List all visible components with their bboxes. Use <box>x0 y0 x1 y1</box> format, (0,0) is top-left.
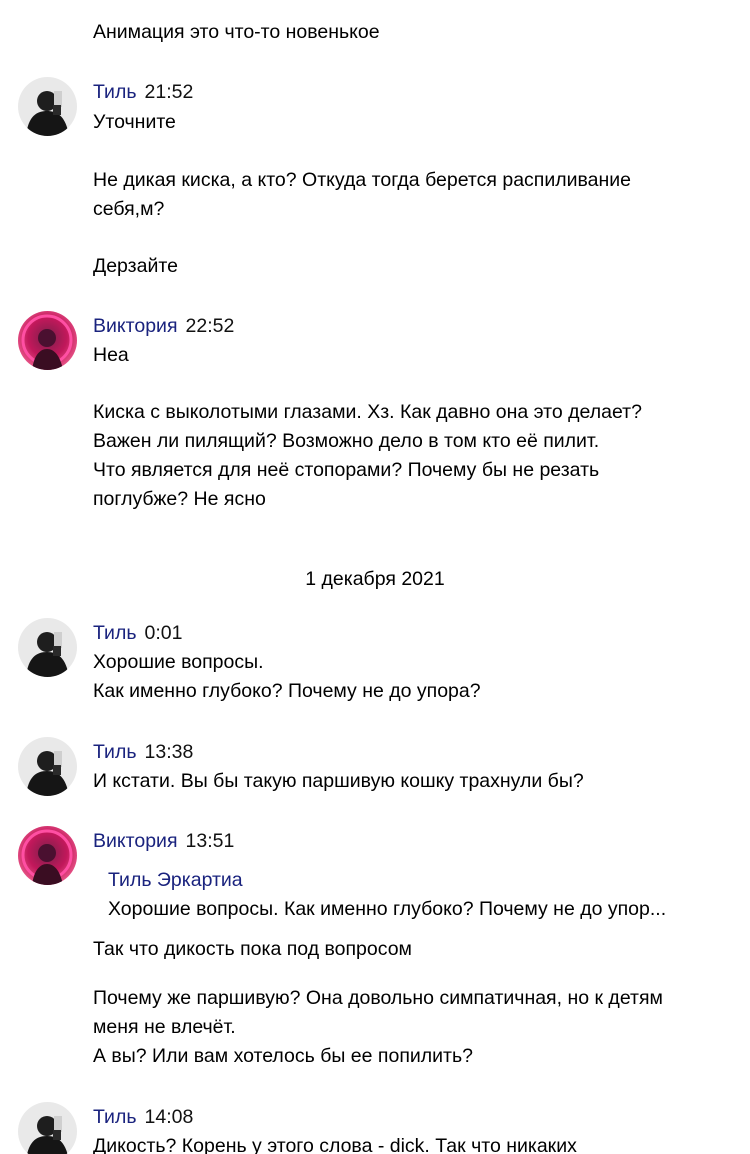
message-text: И кстати. Вы бы такую паршивую кошку тра… <box>93 770 584 792</box>
message-text: Дерзайте <box>93 255 178 277</box>
message-text: Что является для неё стопорами? Почему б… <box>93 459 600 481</box>
message-text: меня не влечёт. <box>93 1016 236 1038</box>
message-time: 13:51 <box>185 830 235 852</box>
viktoria-avatar[interactable] <box>18 826 77 885</box>
date-separator: 1 декабря 2021 <box>305 568 445 590</box>
message-text: Важен ли пилящий? Возможно дело в том кт… <box>93 430 600 452</box>
message-time: 0:01 <box>144 622 183 644</box>
quote-author[interactable]: Тиль Эркартиа <box>108 866 708 895</box>
message-text: Как именно глубоко? Почему не до упора? <box>93 680 481 702</box>
message-text: поглубже? Не ясно <box>93 488 266 510</box>
til-avatar[interactable] <box>18 737 77 796</box>
message-text: Так что дикость пока под вопросом <box>93 938 412 960</box>
til-avatar[interactable] <box>18 77 77 136</box>
message-text: А вы? Или вам хотелось бы ее попилить? <box>93 1045 473 1067</box>
author-name[interactable]: Виктория <box>93 830 178 852</box>
message-text: Анимация это что-то новенькое <box>93 21 380 43</box>
message-header: Виктория 22:52 <box>93 312 234 341</box>
message-header: Тиль 14:08 <box>93 1103 193 1132</box>
author-name[interactable]: Тиль <box>93 1106 137 1128</box>
message-header: Тиль 0:01 <box>93 619 182 648</box>
til-avatar[interactable] <box>18 1102 77 1154</box>
author-name[interactable]: Тиль <box>93 81 137 103</box>
message-time: 21:52 <box>144 81 194 103</box>
message-text: Киска с выколотыми глазами. Хз. Как давн… <box>93 401 642 423</box>
message-header: Тиль 13:38 <box>93 738 193 767</box>
author-name[interactable]: Тиль <box>93 622 137 644</box>
author-name[interactable]: Тиль <box>93 741 137 763</box>
message-text: Хорошие вопросы. <box>93 651 264 673</box>
message-text: Уточните <box>93 111 176 133</box>
chat-history: Анимация это что-то новенькое Тиль 21:52 … <box>0 0 750 1154</box>
quote-text: Хорошие вопросы. Как именно глубоко? Поч… <box>108 898 667 920</box>
message-time: 14:08 <box>144 1106 194 1128</box>
message-text: себя,м? <box>93 198 165 220</box>
message-header: Виктория 13:51 <box>93 827 234 856</box>
message-header: Тиль 21:52 <box>93 78 193 107</box>
message-text: Не дикая киска, а кто? Откуда тогда бере… <box>93 169 632 191</box>
message-time: 22:52 <box>185 315 235 337</box>
author-name[interactable]: Виктория <box>93 315 178 337</box>
message-time: 13:38 <box>144 741 194 763</box>
viktoria-avatar[interactable] <box>18 311 77 370</box>
message-text: Неа <box>93 344 129 366</box>
message-text: Почему же паршивую? Она довольно симпати… <box>93 987 663 1009</box>
message-text: Дикость? Корень у этого слова - dick. Та… <box>93 1135 577 1154</box>
reply-quote[interactable]: Тиль Эркартиа Хорошие вопросы. Как именн… <box>108 866 708 924</box>
til-avatar[interactable] <box>18 618 77 677</box>
